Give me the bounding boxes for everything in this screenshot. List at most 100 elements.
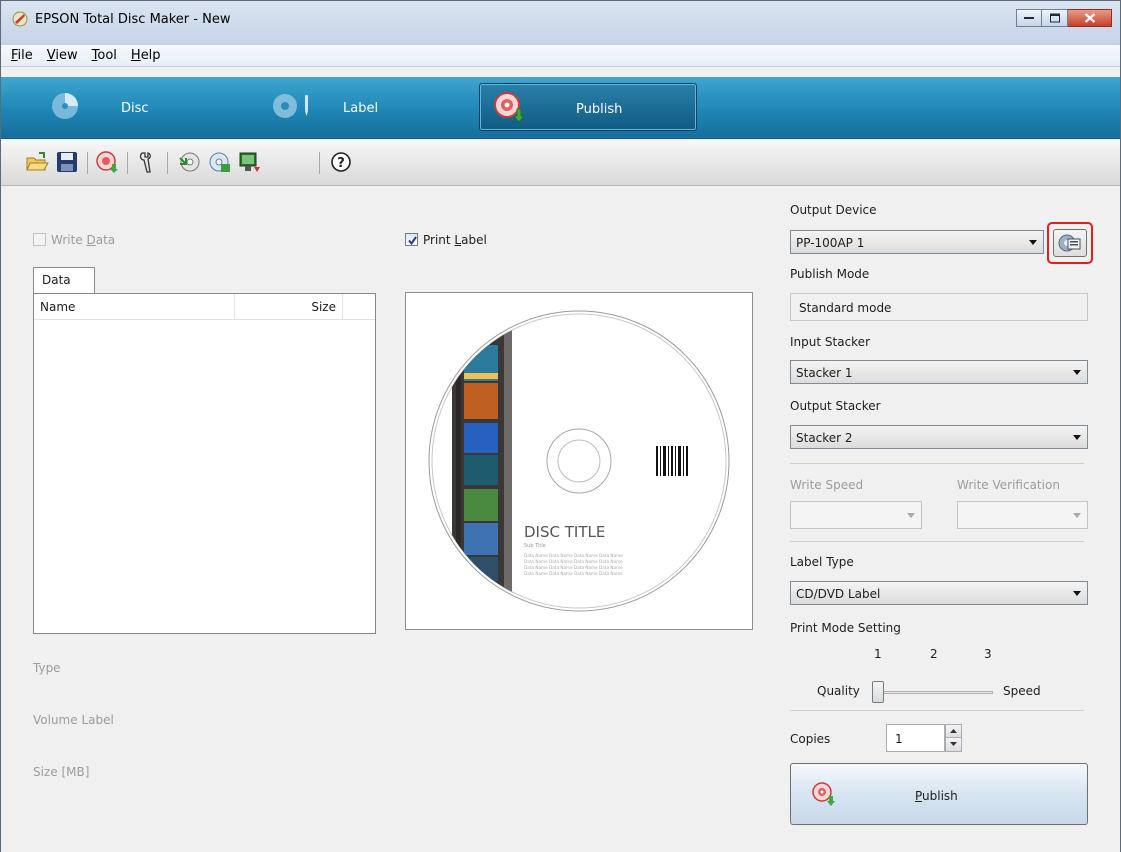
export-icon[interactable] [207, 150, 231, 174]
chevron-down-icon [1073, 370, 1081, 375]
divider [790, 710, 1084, 711]
mode-tab-publish-label: Publish [576, 102, 623, 117]
copies-increment-button[interactable] [945, 724, 962, 738]
save-icon[interactable] [55, 150, 79, 174]
data-name-line: Data Name Data Name Data Name Data Name [524, 571, 623, 576]
print-mode-setting-label: Print Mode Setting [790, 621, 901, 635]
print-label-label-rest: abel [461, 233, 487, 247]
output-device-label: Output Device [790, 203, 877, 217]
mode-tab-disc[interactable]: Disc [37, 83, 237, 131]
toolbar-separator [127, 152, 128, 174]
output-device-select[interactable]: PP-100AP 1 [790, 230, 1044, 254]
print-label-label: Print Label [423, 233, 487, 247]
data-name-line: Data Name Data Name Data Name Data Name [524, 553, 623, 558]
chevron-down-icon [1073, 435, 1081, 440]
print-mode-tick-3: 3 [984, 647, 992, 661]
write-speed-select[interactable] [790, 501, 922, 529]
menu-tool[interactable]: Tool [92, 48, 117, 63]
menu-file-rest: ile [17, 48, 33, 63]
write-verification-select[interactable] [957, 501, 1088, 529]
data-list-header: Name Size [34, 294, 375, 320]
divider [790, 541, 1084, 542]
output-stacker-select[interactable]: Stacker 2 [790, 425, 1088, 449]
data-name-line: Data Name Data Name Data Name Data Name [524, 559, 623, 564]
copies-decrement-button[interactable] [945, 738, 962, 752]
spin-down-icon [950, 742, 957, 746]
label-mode-icon [273, 94, 308, 118]
write-verification-label: Write Verification [957, 478, 1060, 492]
device-icon[interactable] [237, 150, 261, 174]
output-device-value: PP-100AP 1 [796, 236, 865, 250]
print-mode-tick-2: 2 [930, 647, 938, 661]
menu-file[interactable]: File [11, 48, 33, 63]
chevron-down-icon [1073, 513, 1081, 518]
print-mode-tick-1: 1 [874, 647, 882, 661]
mode-tab-label[interactable]: Label [263, 83, 463, 131]
copies-label: Copies [790, 732, 831, 746]
data-list[interactable]: Name Size [33, 293, 376, 634]
mode-tab-disc-label: Disc [121, 101, 149, 116]
toolbar-separator [319, 152, 320, 174]
menu-tool-rest: ool [97, 48, 117, 63]
size-mb-label: Size [MB] [33, 765, 90, 779]
minimize-button[interactable] [1016, 9, 1042, 27]
copies-input[interactable]: 1 [886, 724, 945, 752]
write-data-label-accel: D [86, 233, 96, 247]
toolbar: ? [1, 140, 1120, 186]
print-mode-quality-label: Quality [817, 684, 860, 698]
app-window: EPSON Total Disc Maker - New File View T… [0, 0, 1121, 852]
publish-disc-icon [812, 782, 835, 806]
close-icon [1084, 13, 1095, 23]
main-content: Write Data Data Name Size Type Volume La… [1, 187, 1120, 852]
write-speed-label: Write Speed [790, 478, 864, 492]
menu-help[interactable]: Help [131, 48, 161, 63]
minimize-icon [1024, 17, 1034, 19]
toolbar-separator [87, 152, 88, 174]
write-data-label-prefix: Write [51, 233, 87, 247]
menu-help-accel: H [130, 48, 141, 63]
import-icon[interactable] [177, 150, 201, 174]
mode-tab-publish[interactable]: Publish [479, 83, 697, 131]
print-mode-slider-track[interactable] [879, 691, 993, 694]
print-label-checkbox[interactable] [405, 233, 418, 246]
column-header-name[interactable]: Name [34, 294, 235, 319]
maximize-button[interactable] [1042, 9, 1068, 27]
input-stacker-select[interactable]: Stacker 1 [790, 360, 1088, 384]
help-icon[interactable]: ? [329, 150, 353, 174]
window-controls [1016, 9, 1112, 27]
app-logo-icon [12, 11, 28, 27]
tab-data[interactable]: Data [33, 267, 95, 293]
print-label-label-prefix: Print [423, 233, 455, 247]
publish-button[interactable]: Publish [790, 763, 1088, 825]
toolbar-separator [167, 152, 168, 174]
window-title: EPSON Total Disc Maker - New [35, 12, 231, 27]
tools-icon[interactable] [137, 150, 161, 174]
output-stacker-label: Output Stacker [790, 399, 881, 413]
chevron-down-icon [1073, 591, 1081, 596]
mode-tab-label-label: Label [343, 101, 379, 116]
volume-label-label: Volume Label [33, 713, 114, 727]
write-data-checkbox[interactable] [33, 233, 46, 246]
label-type-select[interactable]: CD/DVD Label [790, 581, 1088, 605]
publish-mode-field: Standard mode [790, 293, 1088, 321]
publish-mode-label: Publish Mode [790, 267, 870, 281]
label-preview: DISC TITLE Sub Title Data Name Data Name… [405, 292, 753, 630]
print-mode-slider-thumb[interactable] [872, 681, 884, 703]
input-stacker-label: Input Stacker [790, 335, 870, 349]
disc-label-preview: DISC TITLE Sub Title Data Name Data Name… [428, 310, 730, 612]
print-mode-speed-label: Speed [1003, 684, 1041, 698]
column-header-size[interactable]: Size [235, 294, 343, 319]
input-stacker-value: Stacker 1 [796, 366, 853, 380]
menu-view[interactable]: View [47, 48, 78, 63]
title-bar[interactable]: EPSON Total Disc Maker - New [1, 1, 1120, 45]
barcode-graphic [656, 446, 688, 476]
publish-disc-icon[interactable] [95, 150, 119, 174]
publish-button-label: Publish [915, 789, 958, 803]
label-type-label: Label Type [790, 555, 854, 569]
chevron-down-icon [1029, 240, 1037, 245]
menu-bar: File View Tool Help [1, 45, 1120, 67]
publish-button-accel: P [915, 789, 923, 803]
close-button[interactable] [1068, 9, 1112, 27]
open-folder-icon[interactable] [25, 150, 49, 174]
mode-bar: Disc Label Publish [1, 77, 1120, 139]
